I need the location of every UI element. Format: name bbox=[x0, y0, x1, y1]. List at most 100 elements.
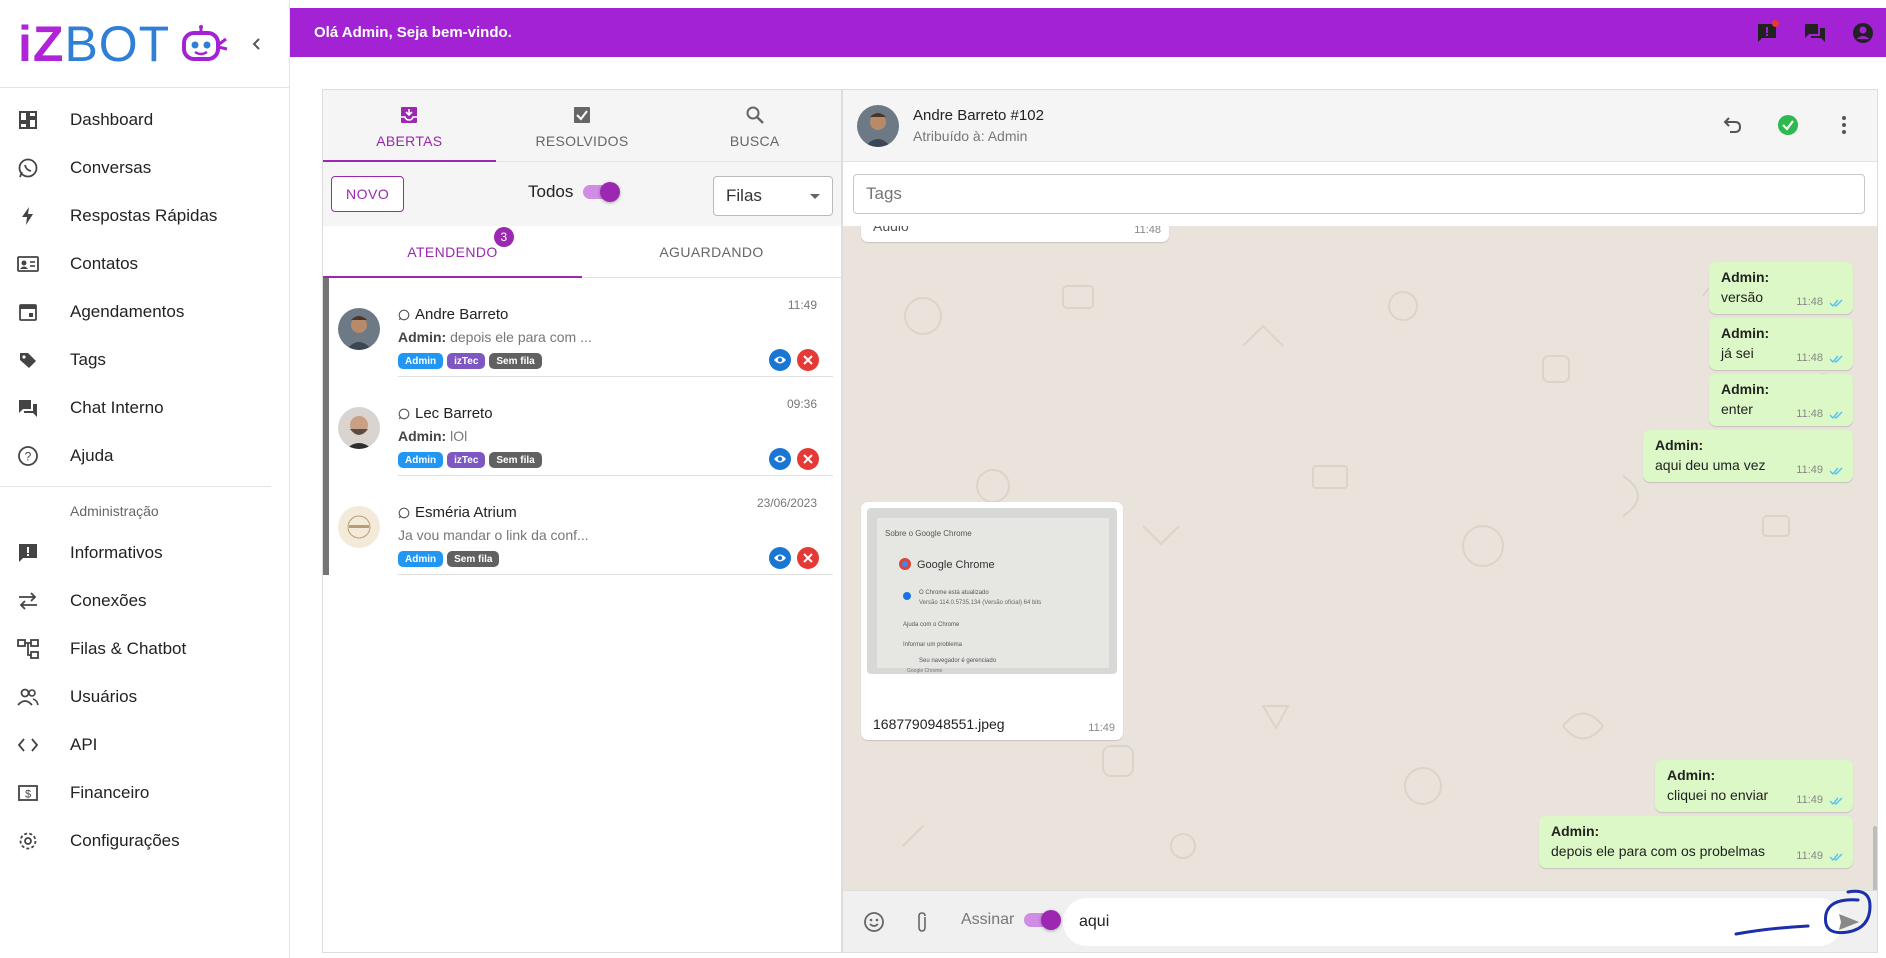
ticket-chips: Admin izTec Sem fila bbox=[398, 452, 833, 468]
screen-update-status: O Chrome está atualizado bbox=[919, 590, 989, 596]
return-ticket-button[interactable] bbox=[1719, 112, 1745, 138]
nav-label: API bbox=[70, 735, 98, 754]
collapse-sidebar-button[interactable] bbox=[247, 34, 267, 54]
nav-conexoes[interactable]: Conexões bbox=[0, 577, 289, 625]
nav-divider bbox=[0, 486, 271, 487]
message-input[interactable] bbox=[1063, 898, 1843, 946]
screen-footer: Google Chrome bbox=[907, 668, 943, 674]
nav-configuracoes[interactable]: Configurações bbox=[0, 817, 289, 865]
image-thumbnail[interactable]: Sobre o Google Chrome Google Chrome O Ch… bbox=[867, 508, 1117, 674]
double-check-icon bbox=[1829, 355, 1843, 364]
resolve-ticket-button[interactable] bbox=[1775, 112, 1801, 138]
ticket-item[interactable]: Lec Barreto Admin: lOl Admin izTec Sem f… bbox=[323, 377, 841, 476]
outgoing-message: Admin: já sei 11:48 bbox=[1709, 318, 1853, 370]
nav-contatos[interactable]: Contatos bbox=[0, 240, 289, 288]
message-author: Admin: bbox=[398, 329, 447, 345]
nav-financeiro[interactable]: $ Financeiro bbox=[0, 769, 289, 817]
close-ticket-button[interactable] bbox=[797, 349, 819, 371]
new-ticket-button[interactable]: NOVO bbox=[331, 176, 405, 212]
ticket-item[interactable]: Andre Barreto Admin: depois ele para com… bbox=[323, 278, 841, 377]
queue-select-value: Filas bbox=[726, 186, 762, 205]
outgoing-message: Admin: versão 11:48 bbox=[1709, 262, 1853, 314]
image-message[interactable]: Sobre o Google Chrome Google Chrome O Ch… bbox=[861, 502, 1123, 740]
logo-text-bot: BOT bbox=[64, 15, 171, 72]
view-ticket-button[interactable] bbox=[769, 349, 791, 371]
avatar bbox=[338, 308, 380, 350]
close-ticket-button[interactable] bbox=[797, 547, 819, 569]
ticket-item[interactable]: Esméria Atrium Ja vou mandar o link da c… bbox=[323, 476, 841, 575]
user-account-button[interactable] bbox=[1850, 20, 1876, 46]
close-icon bbox=[803, 454, 813, 464]
chip-user: Admin bbox=[398, 551, 444, 567]
nav-api[interactable]: API bbox=[0, 721, 289, 769]
nav-label: Contatos bbox=[70, 254, 139, 273]
message-text: enter bbox=[1721, 401, 1753, 417]
double-check-icon bbox=[1829, 299, 1843, 308]
chip-queue: Sem fila bbox=[489, 353, 542, 369]
close-icon bbox=[803, 553, 813, 563]
messages-area[interactable]: Áudio 11:48 Admin: versão 11:48 Admin: j… bbox=[843, 226, 1877, 892]
whatsapp-icon bbox=[16, 156, 40, 180]
nav-tags[interactable]: Tags bbox=[0, 336, 289, 384]
message-time: 11:48 bbox=[1796, 408, 1823, 420]
nav-dashboard[interactable]: Dashboard bbox=[0, 96, 289, 144]
signature-switch[interactable] bbox=[1024, 910, 1062, 930]
contact-name-text: Andre Barreto bbox=[415, 306, 509, 323]
announcement-icon bbox=[16, 541, 40, 565]
nav-informativos[interactable]: Informativos bbox=[0, 529, 289, 577]
outgoing-message: Admin: enter 11:48 bbox=[1709, 374, 1853, 426]
nav-usuarios[interactable]: Usuários bbox=[0, 673, 289, 721]
avatar[interactable] bbox=[857, 105, 899, 147]
show-all-switch[interactable] bbox=[583, 182, 621, 202]
subtab-atendendo[interactable]: ATENDENDO 3 bbox=[323, 226, 582, 278]
whatsapp-icon bbox=[398, 408, 410, 420]
nav-filas-chatbot[interactable]: Filas & Chatbot bbox=[0, 625, 289, 673]
nav-chat-interno[interactable]: Chat Interno bbox=[0, 384, 289, 432]
eye-icon bbox=[774, 554, 786, 562]
message-author: Admin: bbox=[1655, 437, 1704, 453]
swap-icon bbox=[16, 589, 40, 613]
send-button[interactable] bbox=[1835, 909, 1863, 935]
svg-text:$: $ bbox=[25, 789, 31, 801]
show-all-label: Todos bbox=[528, 182, 574, 201]
subtab-label: AGUARDANDO bbox=[659, 243, 764, 260]
chat-contact-name[interactable]: Andre Barreto #102 bbox=[913, 107, 1044, 124]
attach-button[interactable] bbox=[909, 909, 935, 935]
message-composer: Assinar bbox=[843, 890, 1877, 952]
ticket-list: Andre Barreto Admin: depois ele para com… bbox=[323, 278, 841, 575]
emoji-button[interactable] bbox=[861, 909, 887, 935]
avatar bbox=[338, 506, 380, 548]
tab-busca[interactable]: BUSCA bbox=[668, 90, 841, 161]
tag-icon bbox=[16, 348, 40, 372]
topbar-icons bbox=[1754, 20, 1876, 46]
nav-agendamentos[interactable]: Agendamentos bbox=[0, 288, 289, 336]
tags-input[interactable] bbox=[853, 174, 1865, 214]
logo-text-iz: iZ bbox=[18, 15, 65, 72]
open-count-badge: 3 bbox=[494, 227, 514, 247]
chat-header: Andre Barreto #102 Atribuído à: Admin bbox=[843, 90, 1877, 162]
view-ticket-button[interactable] bbox=[769, 547, 791, 569]
message-author: Admin: bbox=[1721, 325, 1770, 341]
messages-scrollbar[interactable] bbox=[1873, 826, 1877, 892]
close-ticket-button[interactable] bbox=[797, 448, 819, 470]
tab-resolvidos[interactable]: RESOLVIDOS bbox=[496, 90, 669, 161]
nav-label: Dashboard bbox=[70, 110, 154, 129]
tab-abertas[interactable]: ABERTAS bbox=[323, 90, 496, 162]
screen-title: Sobre o Google Chrome bbox=[885, 529, 972, 538]
nav-ajuda[interactable]: ? Ajuda bbox=[0, 432, 289, 480]
subtab-aguardando[interactable]: AGUARDANDO bbox=[582, 226, 841, 277]
more-options-button[interactable] bbox=[1831, 112, 1857, 138]
nav-respostas-rapidas[interactable]: Respostas Rápidas bbox=[0, 192, 289, 240]
message-time: 11:49 bbox=[1796, 794, 1823, 806]
top-bar: Olá Admin, Seja bem-vindo. bbox=[290, 8, 1886, 57]
view-ticket-button[interactable] bbox=[769, 448, 791, 470]
announcements-button[interactable] bbox=[1754, 20, 1780, 46]
double-check-icon bbox=[1829, 467, 1843, 476]
screen-managed: Seu navegador é gerenciado bbox=[919, 658, 997, 664]
outgoing-message: Admin: cliquei no enviar 11:49 bbox=[1655, 760, 1853, 812]
eye-icon bbox=[774, 356, 786, 364]
chip-connection: izTec bbox=[447, 353, 486, 369]
queue-select[interactable]: Filas bbox=[713, 176, 833, 216]
internal-chat-button[interactable] bbox=[1802, 20, 1828, 46]
nav-conversas[interactable]: Conversas bbox=[0, 144, 289, 192]
